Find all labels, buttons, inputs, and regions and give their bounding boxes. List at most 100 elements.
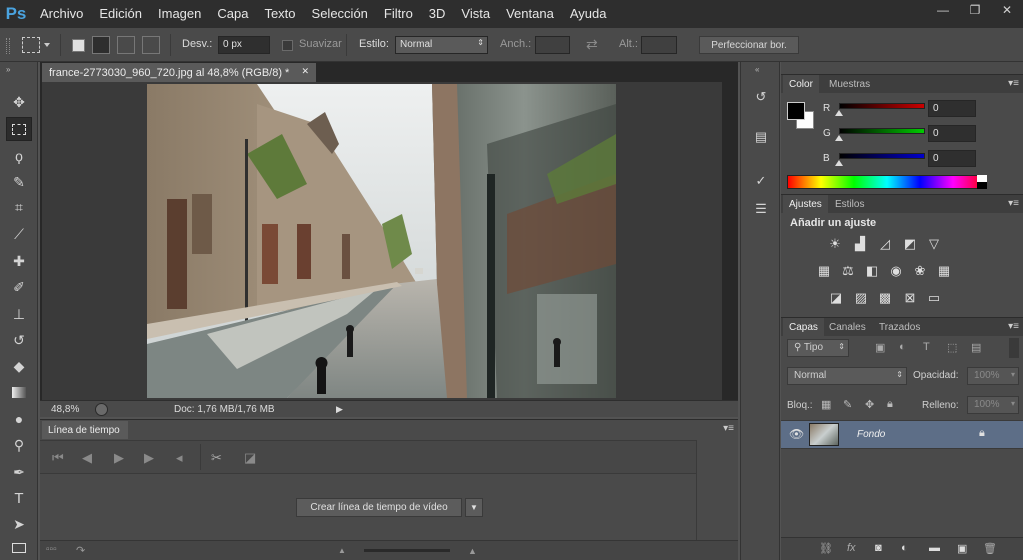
posterize-icon[interactable]: ▨ <box>851 289 871 307</box>
menu-3d[interactable]: 3D <box>421 0 454 28</box>
layer-row-fondo[interactable]: 👁︎ Fondo 🔒︎ <box>781 420 1023 449</box>
transition-icon[interactable]: ◪ <box>244 450 256 466</box>
menu-texto[interactable]: Texto <box>256 0 303 28</box>
clone-stamp-tool-icon[interactable]: ⊥ <box>6 302 32 326</box>
quick-selection-tool-icon[interactable]: ✎ <box>6 170 32 194</box>
menu-capa[interactable]: Capa <box>209 0 256 28</box>
menu-archivo[interactable]: Archivo <box>32 0 91 28</box>
color-spectrum-bar[interactable] <box>787 175 987 189</box>
play-icon[interactable]: ▶ <box>114 450 124 466</box>
filter-adjustment-layer-icon[interactable]: ◐ <box>899 341 906 353</box>
add-mask-icon[interactable]: ◙ <box>875 542 882 554</box>
add-selection-icon[interactable] <box>92 36 110 54</box>
layer-filter-kind-select[interactable]: ⚲ Tipo ⇕ <box>787 339 849 357</box>
history-panel-icon[interactable]: ↺ <box>749 86 773 108</box>
swap-dimensions-icon[interactable]: ⇄ <box>586 36 598 53</box>
tab-paths[interactable]: Trazados <box>873 318 926 337</box>
tool-presets-icon[interactable]: ✓ <box>749 170 773 192</box>
blue-value-input[interactable]: 0 <box>928 150 976 167</box>
width-input[interactable] <box>535 36 570 54</box>
layer-filter-toggle[interactable] <box>1009 338 1019 358</box>
spectrum-black-swatch[interactable] <box>977 182 987 189</box>
new-layer-icon[interactable]: ▣ <box>957 542 967 555</box>
menu-edicion[interactable]: Edición <box>91 0 150 28</box>
tab-adjustments[interactable]: Ajustes <box>783 195 828 214</box>
zoom-in-timeline-icon[interactable]: ▲ <box>468 546 477 556</box>
filter-smart-object-icon[interactable]: ▤ <box>971 341 981 354</box>
red-slider[interactable] <box>839 103 925 109</box>
gradient-tool-icon[interactable] <box>6 380 32 404</box>
layer-style-fx-icon[interactable]: fx <box>847 542 856 554</box>
move-tool-icon[interactable]: ✥ <box>6 90 32 114</box>
levels-icon[interactable]: ▟ <box>850 235 870 253</box>
pen-tool-icon[interactable]: ✒ <box>6 460 32 484</box>
new-selection-icon[interactable] <box>72 39 85 52</box>
minimize-button[interactable]: — <box>927 0 959 20</box>
opacity-input[interactable]: 100% ▾ <box>967 367 1019 385</box>
filter-type-layer-icon[interactable]: T <box>923 341 930 353</box>
lasso-tool-icon[interactable]: ϙ <box>6 144 32 168</box>
new-adjustment-layer-icon[interactable]: ◐ <box>901 542 908 554</box>
eraser-tool-icon[interactable]: ◆ <box>6 354 32 378</box>
color-panel-menu-icon[interactable]: ▾≡ <box>1008 78 1019 89</box>
lock-all-icon[interactable]: 🔒︎ <box>887 398 893 411</box>
brush-tool-icon[interactable]: ✐ <box>6 275 32 299</box>
rectangular-marquee-tool-icon[interactable] <box>6 117 32 141</box>
color-balance-icon[interactable]: ⚖ <box>838 262 858 280</box>
selective-color-icon[interactable]: ⊠ <box>900 289 920 307</box>
red-slider-thumb[interactable] <box>835 110 843 116</box>
delete-layer-icon[interactable]: 🗑︎ <box>983 542 997 555</box>
collapse-arrows-icon[interactable]: » <box>6 65 10 74</box>
exposure-icon[interactable]: ◩ <box>900 235 920 253</box>
close-window-button[interactable]: ✕ <box>991 0 1023 20</box>
blue-slider-thumb[interactable] <box>835 160 843 166</box>
history-brush-tool-icon[interactable]: ↺ <box>6 328 32 352</box>
green-slider-thumb[interactable] <box>835 135 843 141</box>
go-to-first-frame-icon[interactable]: ⏮ <box>52 450 64 466</box>
vibrance-icon[interactable]: ▽ <box>924 235 944 253</box>
brightness-contrast-icon[interactable]: ☀ <box>825 235 845 253</box>
rectangle-tool-icon[interactable] <box>6 536 32 560</box>
status-info-icon[interactable] <box>95 403 108 416</box>
channel-mixer-icon[interactable]: ❀ <box>910 262 930 280</box>
timeline-tab[interactable]: Línea de tiempo <box>42 421 128 439</box>
green-value-input[interactable]: 0 <box>928 125 976 142</box>
timeline-type-dropdown-icon[interactable]: ▼ <box>465 498 483 517</box>
foreground-color-swatch[interactable] <box>787 102 805 120</box>
document-tab[interactable]: france-2773030_960_720.jpg al 48,8% (RGB… <box>42 63 316 82</box>
properties-panel-icon[interactable]: ▤ <box>749 126 773 148</box>
tab-swatches[interactable]: Muestras <box>823 75 876 94</box>
eye-visibility-icon[interactable]: 👁︎ <box>789 427 804 441</box>
timeline-zoom-slider[interactable] <box>364 549 450 552</box>
tab-color[interactable]: Color <box>783 75 819 94</box>
black-white-icon[interactable]: ◧ <box>862 262 882 280</box>
refine-edge-button[interactable]: Perfeccionar bor. <box>699 36 799 54</box>
close-document-icon[interactable]: ✕ <box>301 66 309 77</box>
dodge-tool-icon[interactable]: ⚲ <box>6 433 32 457</box>
antialias-checkbox[interactable] <box>282 40 293 51</box>
photo-filter-icon[interactable]: ◉ <box>886 262 906 280</box>
blend-mode-select[interactable]: Normal ⇕ <box>787 367 907 385</box>
convert-icon[interactable]: ↷ <box>76 544 85 557</box>
audio-icon[interactable]: ◂ <box>176 450 183 466</box>
filter-shape-layer-icon[interactable]: ⬚ <box>947 341 957 354</box>
tab-channels[interactable]: Canales <box>823 318 872 337</box>
status-menu-arrow-icon[interactable]: ▶ <box>336 404 343 415</box>
collapse-arrows-icon[interactable]: « <box>755 65 759 74</box>
blur-tool-icon[interactable]: ● <box>6 407 32 431</box>
menu-ventana[interactable]: Ventana <box>498 0 562 28</box>
blue-slider[interactable] <box>839 153 925 159</box>
marquee-tool-preset-icon[interactable] <box>22 37 40 53</box>
menu-filtro[interactable]: Filtro <box>376 0 421 28</box>
layer-name[interactable]: Fondo <box>857 429 885 440</box>
spectrum-white-swatch[interactable] <box>977 175 987 182</box>
path-selection-tool-icon[interactable]: ➤ <box>6 512 32 536</box>
menu-vista[interactable]: Vista <box>453 0 498 28</box>
zoom-out-timeline-icon[interactable]: ▲ <box>338 546 346 555</box>
preset-dropdown-icon[interactable] <box>44 43 50 47</box>
timeline-panel-menu-icon[interactable]: ▾≡ <box>723 423 734 434</box>
gradient-map-icon[interactable]: ▭ <box>924 289 944 307</box>
menu-imagen[interactable]: Imagen <box>150 0 209 28</box>
healing-brush-tool-icon[interactable]: ✚ <box>6 249 32 273</box>
menu-ayuda[interactable]: Ayuda <box>562 0 615 28</box>
